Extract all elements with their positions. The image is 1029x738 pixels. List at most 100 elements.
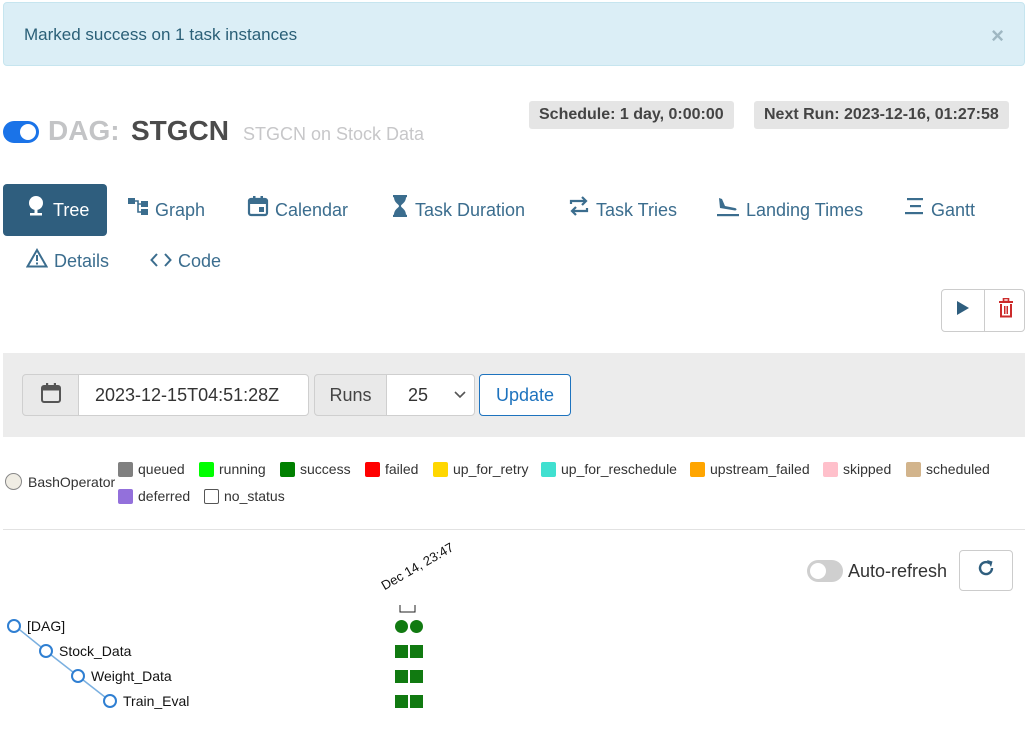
runs-value: 25 xyxy=(408,385,429,405)
task-instance-status[interactable] xyxy=(410,695,423,708)
legend-label: up_for_retry xyxy=(453,461,529,477)
refresh-button[interactable] xyxy=(959,550,1013,591)
run-date-label: Dec 14, 23:47 xyxy=(378,539,457,593)
operator-label: BashOperator xyxy=(28,473,116,490)
legend-label: failed xyxy=(385,461,419,477)
dag-prefix: DAG: xyxy=(48,115,120,146)
play-icon xyxy=(956,300,970,321)
legend-swatch xyxy=(118,488,133,504)
legend-item-deferred: deferred xyxy=(118,488,190,504)
legend-item-running: running xyxy=(199,461,266,477)
task-instance-status[interactable] xyxy=(395,670,408,683)
refresh-icon xyxy=(976,558,996,583)
retry-icon xyxy=(568,185,590,237)
dag-actions xyxy=(941,289,1025,332)
tree-node-weight-data[interactable] xyxy=(71,669,85,683)
tab-label: Gantt xyxy=(931,200,976,220)
tab-label: Graph xyxy=(155,200,206,220)
tree-label-stock-data: Stock_Data xyxy=(59,643,132,659)
delete-dag-button[interactable] xyxy=(984,290,1026,331)
dag-run-status[interactable] xyxy=(395,620,408,633)
runs-label: Runs xyxy=(314,374,387,416)
tab-label: Tree xyxy=(53,200,90,220)
legend-item-success: success xyxy=(280,461,351,477)
tab-label: Landing Times xyxy=(746,200,864,220)
tree-label-weight-data: Weight_Data xyxy=(91,668,172,684)
tab-tree[interactable]: Tree xyxy=(3,184,108,237)
tab-details[interactable]: Details xyxy=(25,245,110,278)
tab-label: Task Tries xyxy=(596,200,678,220)
task-instance-status[interactable] xyxy=(395,645,408,658)
legend-swatch xyxy=(541,461,556,477)
dag-pause-toggle[interactable] xyxy=(3,121,39,143)
legend-label: upstream_failed xyxy=(710,461,810,477)
run-bracket xyxy=(399,605,416,613)
tab-label: Task Duration xyxy=(415,200,526,220)
success-alert: Marked success on 1 task instances × xyxy=(3,2,1025,66)
legend-item-queued: queued xyxy=(118,461,185,477)
legend-label: up_for_reschedule xyxy=(561,461,677,477)
calendar-icon xyxy=(247,185,269,237)
legend-swatch xyxy=(433,461,448,477)
legend-item-skipped: skipped xyxy=(823,461,891,477)
legend-item-up-for-retry: up_for_retry xyxy=(433,461,528,477)
trash-icon xyxy=(998,297,1014,323)
tab-label: Details xyxy=(54,251,110,271)
tab-graph[interactable]: Graph xyxy=(127,184,205,236)
tab-gantt[interactable]: Gantt xyxy=(903,184,975,236)
tree-icon xyxy=(25,185,47,237)
legend-swatch xyxy=(690,461,705,477)
trigger-dag-button[interactable] xyxy=(942,290,983,331)
tab-task-duration[interactable]: Task Duration xyxy=(391,184,525,236)
divider xyxy=(3,529,1025,530)
tree-node-train-eval[interactable] xyxy=(103,694,117,708)
date-picker-button[interactable] xyxy=(22,374,79,416)
tree-node-dag[interactable] xyxy=(7,619,21,633)
next-run-badge: Next Run: 2023-12-16, 01:27:58 xyxy=(754,101,1009,129)
legend-label: no_status xyxy=(224,488,285,504)
legend-item-up-for-reschedule: up_for_reschedule xyxy=(541,461,677,477)
task-instance-status[interactable] xyxy=(410,645,423,658)
graph-icon xyxy=(127,185,149,237)
legend-label: skipped xyxy=(843,461,892,477)
close-icon[interactable]: × xyxy=(991,23,1004,49)
tab-label: Code xyxy=(178,251,222,271)
tab-code[interactable]: Code xyxy=(150,245,221,277)
operator-swatch xyxy=(5,473,22,490)
legend-item-upstream-failed: upstream_failed xyxy=(690,461,810,477)
runs-select[interactable]: 25 xyxy=(386,374,475,416)
legend-swatch xyxy=(118,461,133,477)
auto-refresh-label: Auto-refresh xyxy=(848,561,948,581)
code-icon xyxy=(150,246,172,278)
update-button[interactable]: Update xyxy=(479,374,571,416)
legend-swatch xyxy=(199,461,214,477)
task-instance-status[interactable] xyxy=(410,670,423,683)
dag-description: STGCN on Stock Data xyxy=(243,124,425,144)
legend-item-failed: failed xyxy=(365,461,418,477)
legend-swatch xyxy=(204,488,219,504)
legend-swatch xyxy=(823,461,838,477)
tab-calendar[interactable]: Calendar xyxy=(247,184,348,236)
legend-label: deferred xyxy=(138,488,191,504)
tree-label-train-eval: Train_Eval xyxy=(123,693,190,709)
hourglass-icon xyxy=(391,185,409,237)
tab-label: Calendar xyxy=(275,200,349,220)
chevron-down-icon xyxy=(454,375,466,430)
legend-label: queued xyxy=(138,461,185,477)
operator-legend: BashOperator xyxy=(5,473,115,490)
tab-landing-times[interactable]: Landing Times xyxy=(716,184,863,236)
tree-label-dag: [DAG] xyxy=(27,618,66,634)
dag-title: STGCN xyxy=(131,115,229,146)
dag-run-status[interactable] xyxy=(410,620,423,633)
auto-refresh-toggle[interactable] xyxy=(807,560,843,582)
legend-label: scheduled xyxy=(926,461,990,477)
tab-task-tries[interactable]: Task Tries xyxy=(568,184,677,236)
gantt-icon xyxy=(903,185,925,237)
warning-triangle-icon xyxy=(25,246,49,278)
task-instance-status[interactable] xyxy=(395,695,408,708)
base-date-input[interactable]: 2023-12-15T04:51:28Z xyxy=(78,374,309,416)
calendar-icon xyxy=(40,382,62,409)
tree-node-stock-data[interactable] xyxy=(39,644,53,658)
legend-label: running xyxy=(219,461,266,477)
schedule-badge: Schedule: 1 day, 0:00:00 xyxy=(529,101,734,129)
